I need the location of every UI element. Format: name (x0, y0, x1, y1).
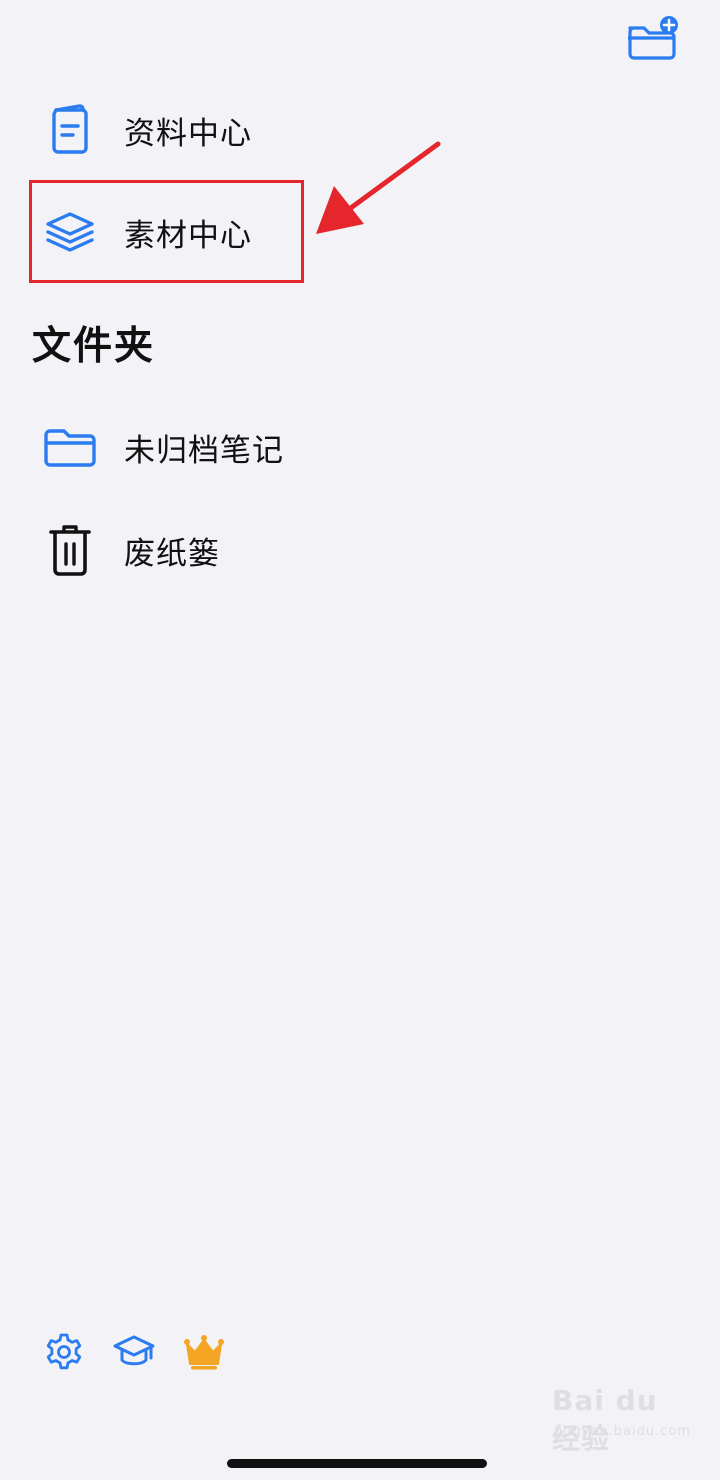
folder-item-label: 废纸篓 (124, 535, 220, 572)
tutorial-button[interactable] (110, 1328, 158, 1376)
home-indicator[interactable] (227, 1459, 487, 1468)
folder-item-label: 未归档笔记 (124, 432, 284, 469)
new-folder-icon (628, 16, 678, 60)
folder-icon (40, 417, 100, 477)
red-arrow-annotation (316, 141, 441, 234)
watermark: Bai du 经验 jingyan.baidu.com (548, 1384, 691, 1455)
highlight-box (29, 180, 304, 283)
folder-item-unfiled-notes[interactable]: 未归档笔记 (0, 397, 720, 497)
watermark-sub-text: jingyan.baidu.com (554, 1424, 691, 1439)
graduation-cap-icon (113, 1335, 155, 1366)
premium-button[interactable] (180, 1328, 228, 1376)
crown-icon (184, 1335, 224, 1370)
new-folder-button[interactable] (624, 14, 680, 62)
folders-section-title: 文件夹 (32, 324, 156, 369)
nav-item-label: 资料中心 (124, 115, 252, 152)
settings-button[interactable] (40, 1328, 88, 1376)
bottom-toolbar (40, 1328, 228, 1376)
watermark-main-text: Bai du 经验 (552, 1384, 658, 1455)
folder-item-trash[interactable]: 废纸篓 (0, 500, 720, 600)
document-book-icon (40, 100, 100, 160)
gear-icon (46, 1333, 82, 1370)
sidebar-page: 资料中心 素材中心 文件夹 未归档笔记 废纸篓 Bai du 经验 jingya… (0, 0, 720, 1480)
trash-icon (40, 520, 100, 580)
